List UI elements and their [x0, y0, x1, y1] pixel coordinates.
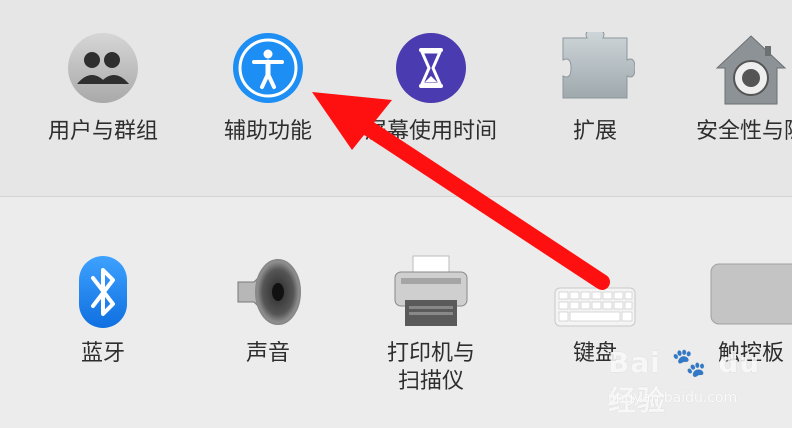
watermark-brand: Bai 🐾 du 经验	[608, 346, 790, 419]
pref-sound-label: 声音	[245, 341, 290, 366]
baidu-watermark: Bai 🐾 du 经验 jingyan.baidu.com	[600, 338, 790, 426]
speaker-icon	[237, 258, 301, 326]
pref-security-privacy[interactable]: 安全性与隐	[676, 30, 792, 180]
pref-sound[interactable]: 声音	[193, 252, 343, 402]
puzzle-icon	[562, 32, 635, 99]
pref-users-groups-label: 用户与群组	[47, 119, 158, 144]
pref-security-privacy-label: 安全性与隐	[695, 119, 792, 144]
bluetooth-icon	[79, 256, 127, 328]
pref-users-groups[interactable]: 用户与群组	[28, 30, 178, 180]
pref-accessibility-label: 辅助功能	[223, 119, 312, 144]
pref-screen-time[interactable]: 屏幕使用时间	[356, 30, 506, 180]
section-divider	[0, 196, 792, 197]
accessibility-icon	[233, 33, 303, 103]
pref-screen-time-label: 屏幕使用时间	[364, 119, 497, 144]
house-lock-icon	[715, 35, 787, 105]
hourglass-icon	[396, 33, 466, 103]
pref-printers-scanners[interactable]: 打印机与 扫描仪	[356, 252, 506, 402]
watermark-domain: jingyan.baidu.com	[608, 390, 738, 406]
pref-accessibility[interactable]: 辅助功能	[193, 30, 343, 180]
users-group-icon	[68, 33, 138, 103]
trackpad-icon	[710, 263, 792, 325]
keyboard-icon	[554, 287, 636, 327]
pref-extensions-label: 扩展	[572, 119, 617, 144]
watermark-brand-part2: du	[718, 346, 761, 379]
paw-icon: 🐾	[671, 346, 708, 379]
pref-extensions[interactable]: 扩展	[520, 30, 670, 180]
watermark-brand-part1: Bai	[608, 346, 661, 379]
printer-icon	[394, 255, 468, 326]
pref-printers-scanners-label: 打印机与 扫描仪	[386, 341, 475, 394]
pref-bluetooth[interactable]: 蓝牙	[28, 252, 178, 402]
pref-bluetooth-label: 蓝牙	[80, 341, 125, 366]
